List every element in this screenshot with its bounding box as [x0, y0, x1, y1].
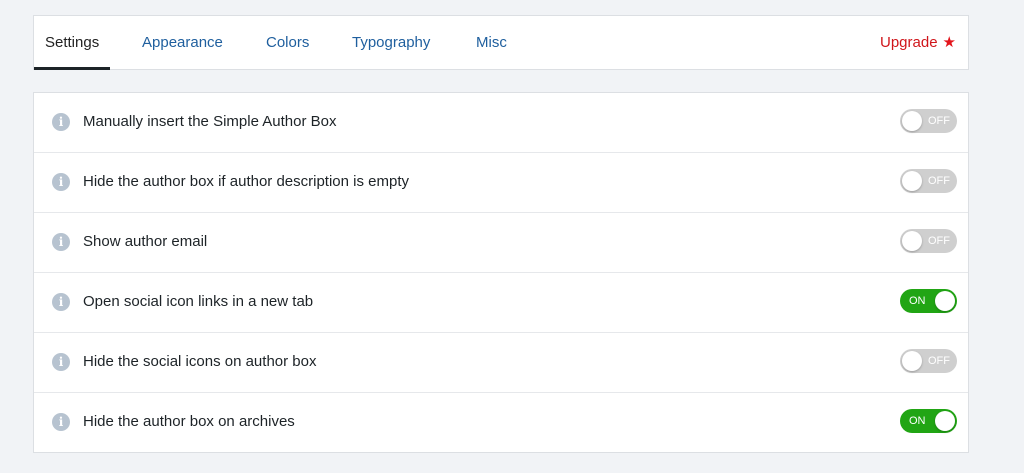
show-email-toggle[interactable]: OFF — [900, 229, 957, 253]
setting-label: Hide the author box if author descriptio… — [83, 173, 410, 190]
upgrade-label: Upgrade — [880, 34, 938, 51]
info-icon[interactable]: i — [52, 293, 70, 311]
settings-panel: i Manually insert the Simple Author Box … — [33, 92, 969, 453]
info-icon[interactable]: i — [52, 113, 70, 131]
setting-row-show-email: i Show author email OFF — [34, 213, 968, 273]
tab-colors[interactable]: Colors — [266, 16, 309, 69]
toggle-knob — [902, 171, 922, 191]
info-icon[interactable]: i — [52, 233, 70, 251]
setting-row-hide-empty-description: i Hide the author box if author descript… — [34, 153, 968, 213]
manual-insert-toggle[interactable]: OFF — [900, 109, 957, 133]
setting-label: Hide the social icons on author box — [83, 353, 317, 370]
toggle-state: OFF — [928, 175, 950, 187]
info-icon[interactable]: i — [52, 173, 70, 191]
setting-label: Show author email — [83, 233, 208, 250]
setting-label: Manually insert the Simple Author Box — [83, 113, 337, 130]
setting-label: Open social icon links in a new tab — [83, 293, 314, 310]
toggle-knob — [935, 411, 955, 431]
toggle-state: OFF — [928, 355, 950, 367]
toggle-knob — [902, 231, 922, 251]
setting-label: Hide the author box on archives — [83, 413, 295, 430]
setting-row-hide-on-archives: i Hide the author box on archives ON — [34, 393, 968, 453]
toggle-knob — [935, 291, 955, 311]
tab-misc[interactable]: Misc — [476, 16, 507, 69]
setting-row-manual-insert: i Manually insert the Simple Author Box … — [34, 93, 968, 153]
star-icon: ★ — [942, 34, 956, 51]
settings-tab-bar: Settings Appearance Colors Typography Mi… — [33, 15, 969, 70]
hide-social-icons-toggle[interactable]: OFF — [900, 349, 957, 373]
tab-typography[interactable]: Typography — [352, 16, 430, 69]
info-icon[interactable]: i — [52, 413, 70, 431]
upgrade-link[interactable]: Upgrade ★ — [880, 16, 956, 69]
toggle-state: OFF — [928, 235, 950, 247]
tab-settings[interactable]: Settings — [33, 16, 111, 70]
tab-appearance[interactable]: Appearance — [142, 16, 223, 69]
hide-empty-description-toggle[interactable]: OFF — [900, 169, 957, 193]
toggle-knob — [902, 351, 922, 371]
toggle-state: ON — [909, 295, 926, 307]
social-new-tab-toggle[interactable]: ON — [900, 289, 957, 313]
setting-row-social-new-tab: i Open social icon links in a new tab ON — [34, 273, 968, 333]
setting-row-hide-social-icons: i Hide the social icons on author box OF… — [34, 333, 968, 393]
toggle-state: OFF — [928, 115, 950, 127]
toggle-knob — [902, 111, 922, 131]
toggle-state: ON — [909, 415, 926, 427]
info-icon[interactable]: i — [52, 353, 70, 371]
hide-on-archives-toggle[interactable]: ON — [900, 409, 957, 433]
